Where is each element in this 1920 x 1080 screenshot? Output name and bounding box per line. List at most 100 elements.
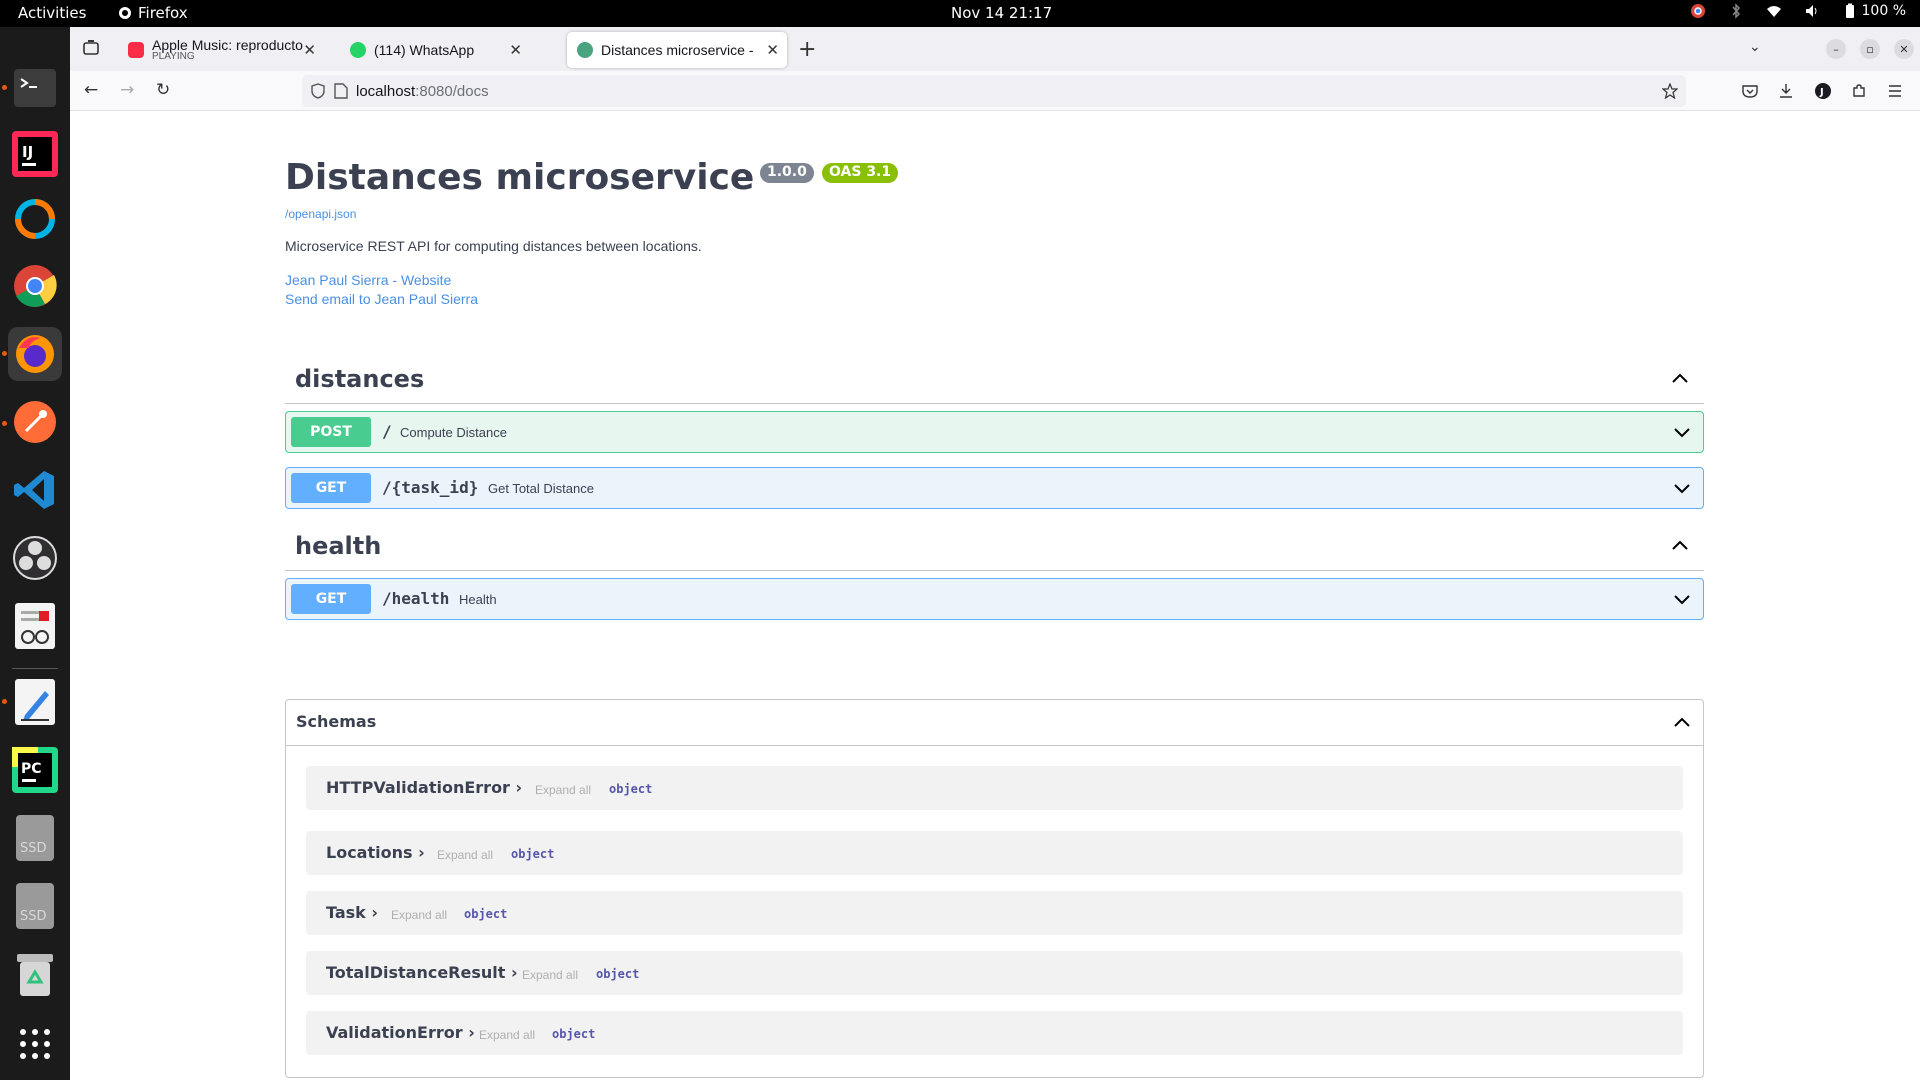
url-host: localhost	[356, 82, 416, 100]
schema-model[interactable]: Locations › Expand all object	[306, 831, 1683, 875]
page-title: Distances microservice	[285, 157, 755, 198]
app-menu[interactable]: Firefox	[118, 4, 188, 22]
chevron-up-icon[interactable]	[1670, 536, 1690, 556]
dock-ssd-drive-2[interactable]: SSD	[8, 879, 62, 933]
operation-summary: Get Total Distance	[488, 481, 594, 496]
chevron-up-icon[interactable]	[1672, 713, 1692, 733]
openapi-json-link[interactable]: /openapi.json	[285, 207, 356, 221]
page-icon[interactable]	[334, 83, 348, 99]
new-tab-button[interactable]: +	[798, 37, 816, 62]
chevron-down-icon[interactable]	[1672, 589, 1692, 609]
close-tab-icon[interactable]: ✕	[509, 41, 522, 59]
running-indicator	[2, 85, 7, 90]
tab-whatsapp[interactable]: (114) WhatsApp ✕	[340, 32, 530, 68]
model-name[interactable]: ValidationError ›	[326, 1023, 475, 1042]
model-type: object	[552, 1027, 596, 1041]
tab-title: (114) WhatsApp	[374, 42, 475, 58]
list-all-tabs-button[interactable]: ⌄	[1749, 39, 1761, 55]
running-indicator	[2, 421, 7, 426]
chrome-tray-icon[interactable]	[1690, 3, 1706, 19]
dock-sync-app[interactable]	[8, 192, 62, 246]
schema-model[interactable]: Task › Expand all object	[306, 891, 1683, 935]
svg-text:IJ: IJ	[22, 143, 33, 161]
website-link[interactable]: Jean Paul Sierra - Website	[285, 272, 451, 288]
dock: IJ PC SSD SSD	[0, 27, 70, 1080]
battery-indicator[interactable]: 100 %	[1842, 3, 1906, 19]
tab-overview-icon[interactable]	[82, 39, 100, 57]
expand-all-button[interactable]: Expand all	[391, 908, 447, 922]
api-description: Microservice REST API for computing dist…	[285, 238, 702, 254]
downloads-icon[interactable]	[1778, 83, 1794, 99]
operation-get-health[interactable]: GET /health Health	[285, 578, 1704, 620]
terminal-icon	[14, 69, 56, 107]
extensions-icon[interactable]	[1851, 83, 1867, 99]
model-name[interactable]: Task ›	[326, 903, 378, 922]
minimize-button[interactable]: –	[1826, 39, 1846, 59]
schema-model[interactable]: TotalDistanceResult › Expand all object	[306, 951, 1683, 995]
activities-button[interactable]: Activities	[18, 4, 86, 22]
tag-health-header[interactable]: health	[285, 521, 1704, 571]
close-tab-icon[interactable]: ✕	[766, 41, 779, 59]
dock-pycharm[interactable]: PC	[8, 743, 62, 797]
text-editor-icon	[15, 679, 55, 725]
schema-model[interactable]: HTTPValidationError › Expand all object	[306, 766, 1683, 810]
model-name[interactable]: HTTPValidationError ›	[326, 778, 522, 797]
address-bar[interactable]: localhost:8080/docs	[302, 75, 1686, 107]
close-window-button[interactable]: ✕	[1894, 39, 1914, 59]
back-button[interactable]: ←	[84, 80, 98, 100]
chevron-up-icon[interactable]	[1670, 369, 1690, 389]
schema-model[interactable]: ValidationError › Expand all object	[306, 1011, 1683, 1055]
dock-ssd-drive-1[interactable]: SSD	[8, 811, 62, 865]
dock-chrome[interactable]	[8, 259, 62, 313]
model-name[interactable]: Locations ›	[326, 843, 425, 862]
operation-summary: Compute Distance	[400, 425, 507, 440]
expand-all-button[interactable]: Expand all	[522, 968, 578, 982]
pocket-icon[interactable]	[1742, 83, 1758, 99]
dock-vscode[interactable]	[8, 463, 62, 517]
dock-firefox[interactable]	[8, 327, 62, 381]
tab-distances[interactable]: Distances microservice - ✕	[567, 32, 787, 68]
account-avatar-icon[interactable]: J	[1814, 82, 1832, 100]
model-type: object	[609, 782, 653, 796]
tab-apple-music[interactable]: Apple Music: reproducto PLAYING ✕	[118, 32, 324, 68]
tag-distances-header[interactable]: distances	[285, 354, 1704, 404]
dock-document-viewer[interactable]	[8, 599, 62, 653]
show-apps-button[interactable]	[8, 1017, 62, 1071]
drive-icon: SSD	[16, 883, 54, 929]
chrome-icon	[14, 265, 57, 307]
dock-obs[interactable]	[8, 531, 62, 585]
dock-postman[interactable]	[8, 395, 62, 449]
model-name[interactable]: TotalDistanceResult ›	[326, 963, 518, 982]
wifi-icon[interactable]	[1766, 3, 1782, 19]
chevron-down-icon[interactable]	[1672, 478, 1692, 498]
dock-terminal[interactable]	[8, 61, 62, 115]
volume-icon[interactable]	[1804, 3, 1820, 19]
svg-text:PC: PC	[21, 761, 42, 777]
document-viewer-icon	[15, 603, 55, 649]
trash-icon	[17, 954, 53, 996]
expand-all-button[interactable]: Expand all	[535, 783, 591, 797]
bluetooth-icon[interactable]	[1728, 3, 1744, 19]
expand-all-button[interactable]: Expand all	[437, 848, 493, 862]
operation-get-task[interactable]: GET /{task_id} Get Total Distance	[285, 467, 1704, 509]
operation-post-root[interactable]: POST / Compute Distance	[285, 411, 1704, 453]
email-link[interactable]: Send email to Jean Paul Sierra	[285, 291, 478, 307]
chevron-down-icon[interactable]	[1672, 422, 1692, 442]
maximize-button[interactable]: ▫	[1860, 39, 1880, 59]
dock-intellij[interactable]: IJ	[8, 127, 62, 181]
navigation-toolbar: ← → ↻ localhost:8080/docs J	[70, 71, 1920, 111]
bookmark-star-icon[interactable]	[1662, 83, 1678, 99]
dock-text-editor[interactable]	[8, 675, 62, 729]
system-tray[interactable]: 100 %	[1690, 3, 1906, 19]
expand-all-button[interactable]: Expand all	[479, 1028, 535, 1042]
forward-button[interactable]: →	[120, 80, 134, 100]
schemas-header[interactable]: Schemas	[286, 700, 1703, 746]
dock-trash[interactable]	[8, 947, 62, 1001]
menu-icon[interactable]	[1887, 83, 1903, 99]
battery-icon	[1845, 3, 1854, 18]
operation-path: /{task_id}	[382, 478, 479, 497]
clock[interactable]: Nov 14 21:17	[951, 4, 1052, 22]
shield-icon[interactable]	[310, 83, 326, 99]
close-tab-icon[interactable]: ✕	[303, 41, 316, 59]
reload-button[interactable]: ↻	[156, 80, 170, 100]
